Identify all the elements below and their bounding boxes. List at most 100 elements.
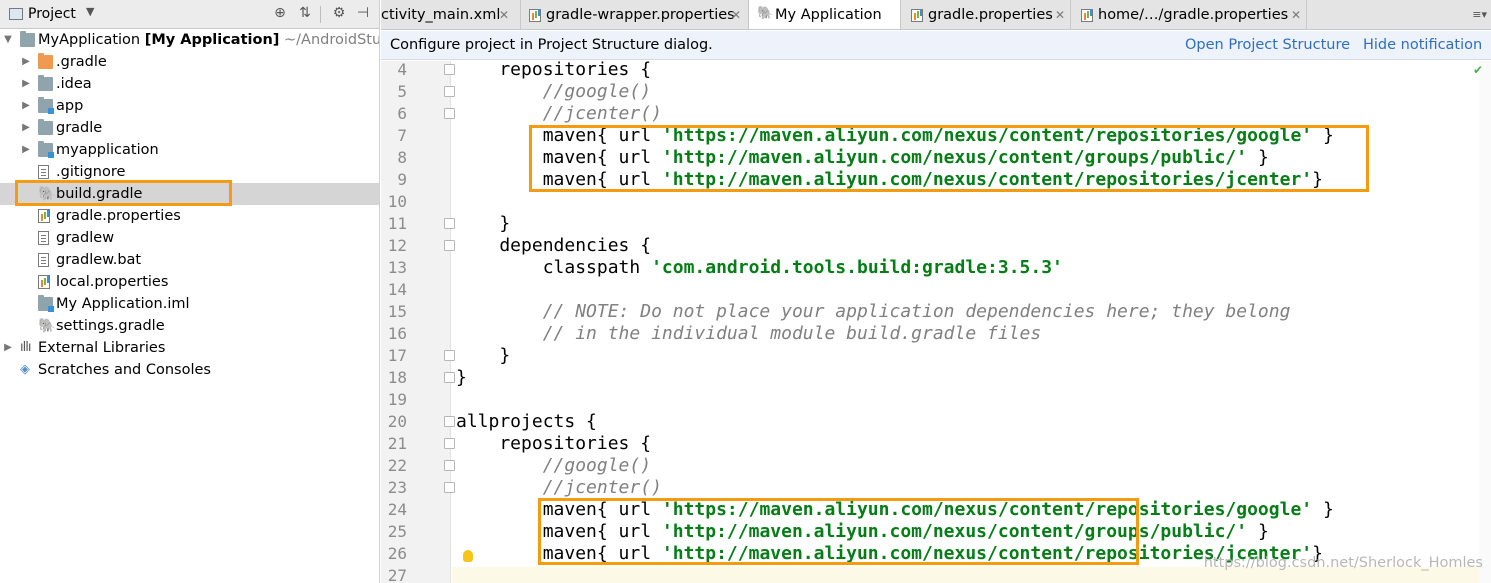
tree-item-label: .gradle — [56, 54, 107, 70]
tree-item[interactable]: 🐘 build.gradle — [0, 183, 379, 205]
fold-marker[interactable] — [444, 482, 455, 493]
notification-bar: Configure project in Project Structure d… — [381, 31, 1491, 60]
code-line: maven{ url 'https://maven.aliyun.com/nex… — [456, 125, 1334, 146]
tree-item[interactable]: ◈ Scratches and Consoles — [0, 359, 379, 381]
module-icon — [38, 295, 54, 312]
folder-orange-icon — [38, 53, 53, 69]
code-line: // in the individual module build.gradle… — [456, 323, 1042, 344]
close-icon[interactable]: ✕ — [1291, 0, 1301, 29]
chevron-right-icon[interactable]: ▶ — [20, 95, 32, 117]
collapse-all-icon[interactable]: ⇅ — [297, 5, 313, 21]
project-view-selector[interactable]: Project — [28, 6, 76, 22]
tree-item[interactable]: ▶ myapplication — [0, 139, 379, 161]
close-icon[interactable]: ✕ — [731, 0, 741, 29]
locate-icon[interactable]: ⊕ — [272, 5, 288, 21]
fold-marker[interactable] — [444, 86, 455, 97]
code-line: classpath 'com.android.tools.build:gradl… — [456, 257, 1063, 278]
tree-item-label: MyApplication [My Application] ~/Android… — [38, 32, 379, 48]
fold-marker[interactable] — [444, 108, 455, 119]
tree-item-label: My Application.iml — [56, 296, 190, 312]
line-number: 13 — [387, 258, 407, 277]
chevron-right-icon[interactable]: ▶ — [2, 337, 14, 359]
fold-marker[interactable] — [444, 372, 455, 383]
tree-item[interactable]: gradle.properties — [0, 205, 379, 227]
chevron-down-icon[interactable]: ▼ — [2, 29, 14, 51]
tree-item[interactable]: ▶ .idea — [0, 73, 379, 95]
tree-item[interactable]: gradlew.bat — [0, 249, 379, 271]
separator — [320, 6, 321, 23]
editor-scrollbar[interactable] — [1479, 61, 1491, 583]
tree-item[interactable]: ▼ MyApplication [My Application] ~/Androi… — [0, 29, 379, 51]
chevron-right-icon[interactable]: ▶ — [20, 139, 32, 161]
folder-icon — [20, 31, 35, 47]
file-icon — [38, 253, 49, 267]
editor-tab[interactable]: home/…/gradle.properties ✕ — [1071, 0, 1307, 29]
fold-marker[interactable] — [444, 64, 455, 75]
tab-overflow-icon[interactable]: ≡▾ — [1472, 0, 1487, 29]
chevron-right-icon[interactable]: ▶ — [20, 73, 32, 95]
fold-marker[interactable] — [444, 350, 455, 361]
hide-notification-link[interactable]: Hide notification — [1363, 31, 1482, 60]
tree-item[interactable]: My Application.iml — [0, 293, 379, 315]
chevron-right-icon[interactable]: ▶ — [20, 51, 32, 73]
fold-marker[interactable] — [444, 240, 455, 251]
hide-panel-icon[interactable]: ⊣ — [355, 5, 371, 21]
code-line: repositories { — [456, 61, 652, 80]
folder-icon — [38, 119, 53, 135]
fold-marker[interactable] — [444, 460, 455, 471]
line-number: 4 — [397, 61, 407, 79]
tree-item[interactable]: ▶ gradle — [0, 117, 379, 139]
tree-item[interactable]: gradlew — [0, 227, 379, 249]
code-line: } — [456, 345, 511, 366]
tree-item-label: Scratches and Consoles — [38, 362, 211, 378]
fold-marker[interactable] — [444, 218, 455, 229]
gear-icon[interactable]: ⚙ — [331, 5, 347, 21]
tree-item-label: gradle.properties — [56, 208, 181, 224]
tab-label: gradle-wrapper.properties — [546, 7, 735, 23]
tab-label: ctivity_main.xml — [381, 7, 501, 23]
code-editor[interactable]: 4 5 6 7 8 9 10 11 12 13 14 15 16 17 18 19 20 21 22 23 24 25 26… — [381, 61, 1491, 583]
editor-gutter: 4 5 6 7 8 9 10 11 12 13 14 15 16 17 18 19 20 21 22 23 24 25 26… — [381, 61, 455, 583]
properties-icon — [1081, 9, 1093, 22]
close-icon[interactable]: ✕ — [499, 0, 509, 29]
code-line: //jcenter() — [456, 103, 662, 124]
libraries-icon: ıllı — [20, 340, 31, 355]
fold-marker[interactable] — [444, 416, 455, 427]
tree-item[interactable]: ▶ .gradle — [0, 51, 379, 73]
open-project-structure-link[interactable]: Open Project Structure — [1185, 31, 1350, 60]
tree-item[interactable]: ▶ ıllı External Libraries — [0, 337, 379, 359]
line-number: 19 — [387, 390, 407, 409]
tree-item-label: External Libraries — [38, 340, 166, 356]
tree-item-label: app — [56, 98, 84, 114]
code-line: maven{ url 'https://maven.aliyun.com/nex… — [456, 499, 1334, 520]
tree-item[interactable]: 🐘 settings.gradle — [0, 315, 379, 337]
editor-tab[interactable]: gradle.properties ✕ — [901, 0, 1071, 29]
line-number: 12 — [387, 236, 407, 255]
code-line: } — [456, 367, 467, 388]
project-view-icon — [9, 8, 23, 20]
tree-item-label: .idea — [56, 76, 92, 92]
code-line: maven{ url 'http://maven.aliyun.com/nexu… — [456, 147, 1269, 168]
chevron-down-icon[interactable]: ▼ — [86, 5, 94, 18]
properties-icon — [38, 275, 50, 289]
lightbulb-icon[interactable] — [463, 550, 473, 562]
close-icon[interactable]: ✕ — [1055, 0, 1065, 29]
line-number: 6 — [397, 104, 407, 123]
line-number: 25 — [387, 522, 407, 541]
code-line: maven{ url 'http://maven.aliyun.com/nexu… — [456, 521, 1269, 542]
editor-tab[interactable]: gradle-wrapper.properties ✕ — [521, 0, 749, 29]
line-number: 20 — [387, 412, 407, 431]
editor-tab[interactable]: ctivity_main.xml ✕ — [381, 0, 521, 29]
tree-item[interactable]: ▶ app — [0, 95, 379, 117]
line-number: 9 — [397, 170, 407, 189]
tree-item[interactable]: local.properties — [0, 271, 379, 293]
tree-item[interactable]: .gitignore — [0, 161, 379, 183]
line-number: 8 — [397, 148, 407, 167]
tab-label: home/…/gradle.properties — [1098, 7, 1289, 23]
fold-marker[interactable] — [444, 438, 455, 449]
chevron-right-icon[interactable]: ▶ — [20, 117, 32, 139]
gradle-elephant-icon: 🐘 — [757, 6, 774, 21]
editor-tab[interactable]: 🐘 My Application — [749, 0, 901, 29]
line-number: 21 — [387, 434, 407, 453]
code-line: //google() — [456, 455, 652, 476]
